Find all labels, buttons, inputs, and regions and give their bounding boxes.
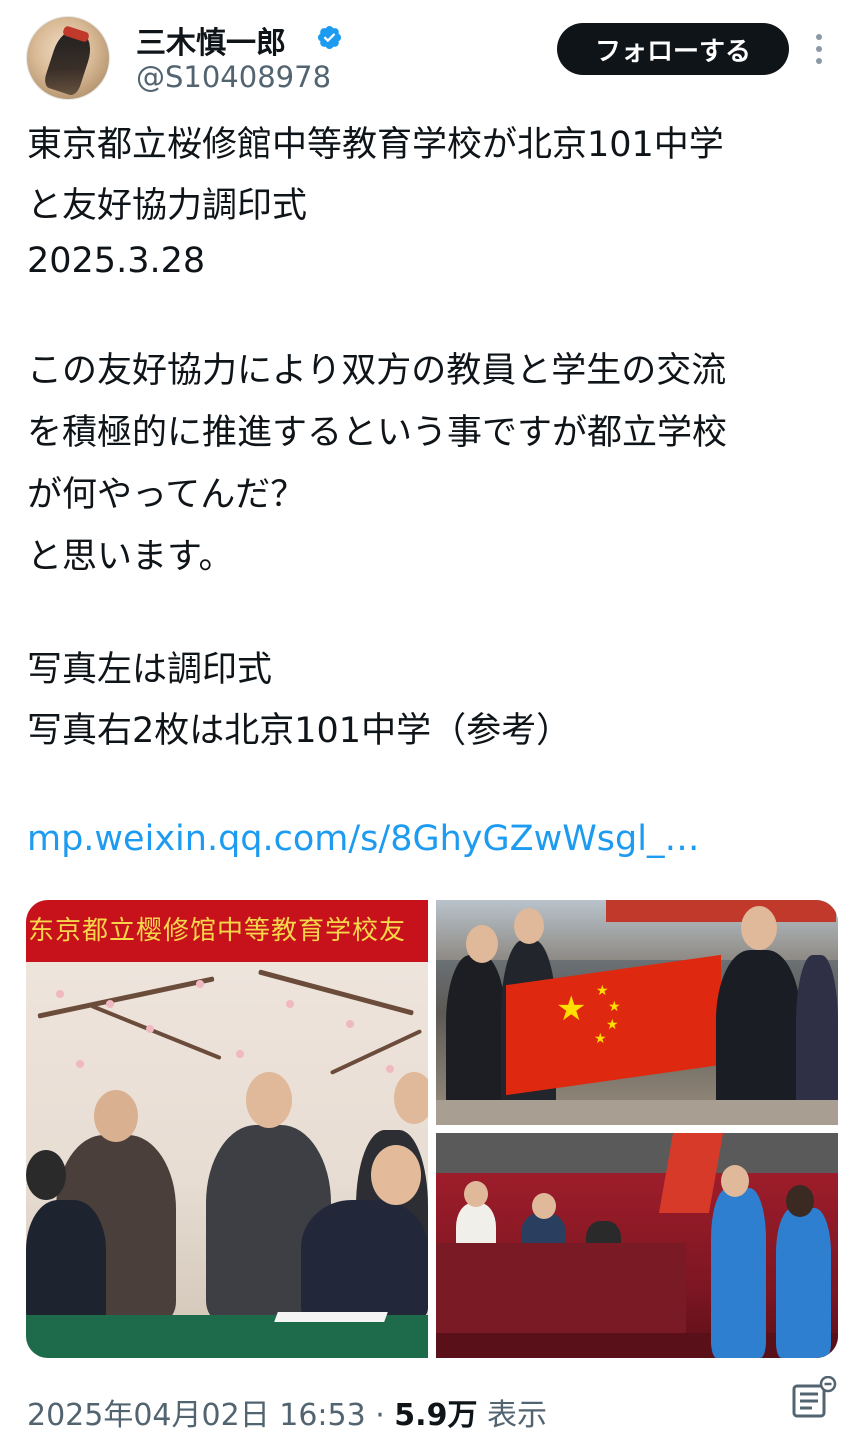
media-grid: 东京都立樱修馆中等教育学校友 ★ ★ ★ ★ ★ bbox=[26, 900, 838, 1358]
verified-badge-icon bbox=[317, 25, 342, 50]
meta-separator: · bbox=[365, 1398, 395, 1433]
photo-stage-event[interactable] bbox=[436, 1133, 838, 1358]
views-label: 表示 bbox=[487, 1398, 547, 1433]
tweet-text-line: が何やってんだ？ bbox=[27, 475, 306, 515]
tweet-text-line: 2025.3.28 bbox=[27, 241, 206, 281]
tweet-header: 三木慎一郎 @S10408978 フォローする bbox=[0, 0, 863, 110]
photo-students-flag[interactable]: ★ ★ ★ ★ ★ bbox=[436, 900, 838, 1125]
display-name[interactable]: 三木慎一郎 bbox=[136, 18, 286, 62]
tweet-text-line: 写真右2枚は北京101中学（参考） bbox=[27, 711, 572, 751]
tweet-text-line: この友好協力により双方の教員と学生の交流 bbox=[27, 351, 727, 391]
photo-signing-ceremony[interactable]: 东京都立樱修馆中等教育学校友 bbox=[26, 900, 428, 1358]
tweet-text-line: と思います。 bbox=[27, 537, 234, 577]
more-options-icon[interactable] bbox=[812, 30, 826, 68]
avatar[interactable] bbox=[26, 16, 110, 100]
tweet-text-line: を積極的に推進するという事ですが都立学校 bbox=[27, 413, 728, 453]
tweet-link[interactable]: mp.weixin.qq.com/s/8GhyGZwWsgl_… bbox=[27, 811, 837, 868]
view-count: 5.9万 bbox=[394, 1398, 478, 1433]
view-activity-icon[interactable] bbox=[790, 1376, 838, 1424]
tweet-text-line: 写真左は調印式 bbox=[27, 650, 273, 690]
follow-button[interactable]: フォローする bbox=[557, 23, 789, 75]
tweet-meta: 2025年04月02日 16:53 · 5.9万 表示 bbox=[27, 1390, 547, 1434]
tweet-text-line: と友好協力調印式 bbox=[27, 186, 308, 226]
user-handle[interactable]: @S10408978 bbox=[136, 60, 331, 94]
tweet-text-line: 東京都立桜修館中等教育学校が北京101中学 bbox=[27, 125, 724, 165]
timestamp[interactable]: 2025年04月02日 16:53 bbox=[27, 1398, 366, 1433]
ceremony-banner: 东京都立樱修馆中等教育学校友 bbox=[26, 900, 428, 962]
